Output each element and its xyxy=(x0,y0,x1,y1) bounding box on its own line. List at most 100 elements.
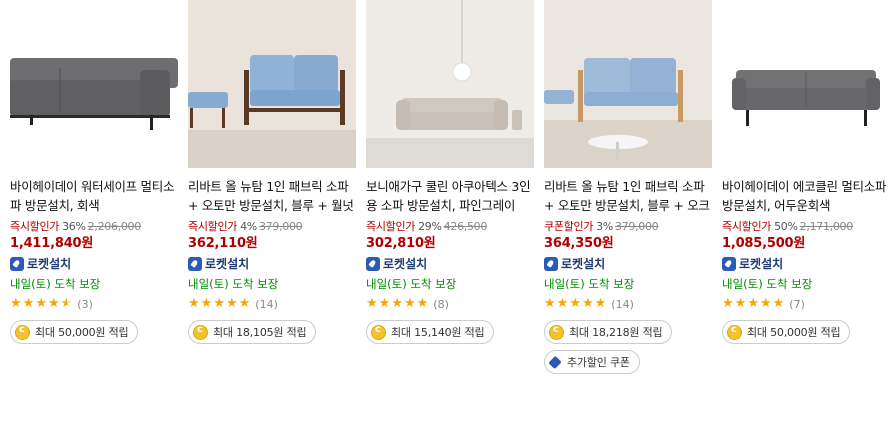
product-image[interactable] xyxy=(188,0,356,168)
product-card[interactable]: 보니애가구 쿨린 아쿠아텍스 3인용 소파 방문설치, 파인그레이 즉시할인가 2… xyxy=(366,0,536,344)
discount-line: 쿠폰할인가 3% 379,000 xyxy=(544,219,714,234)
product-image[interactable] xyxy=(722,0,890,168)
reward-label: 최대 18,218원 적립 xyxy=(569,326,663,339)
review-count: (7) xyxy=(789,297,805,311)
star-icon: ★ xyxy=(35,296,47,311)
coupon-badge[interactable]: 추가할인 쿠폰 xyxy=(544,350,640,374)
star-icon: ★ xyxy=(366,296,378,311)
star-icon: ★ xyxy=(391,296,403,311)
product-card[interactable]: 바이헤이데이 에코클린 멀티소파 방문설치, 어두운회색 즉시할인가 50% 2,1… xyxy=(722,0,892,344)
star-icon: ★ xyxy=(200,296,213,311)
discount-type: 즉시할인가 xyxy=(10,220,60,233)
rating: ★ ★ ★ ★ ★ (14) xyxy=(188,294,358,314)
review-count: (14) xyxy=(255,297,278,311)
star-icon: ★ xyxy=(416,296,429,311)
reward-badge: 최대 15,140원 적립 xyxy=(366,320,495,344)
product-name[interactable]: 리바트 올 뉴탐 1인 패브릭 소파 + 오토만 방문설치, 블루 + 월넛 xyxy=(188,177,358,215)
star-icon: ★ xyxy=(47,296,60,311)
discount-percent: 4% xyxy=(240,220,257,233)
discount-type: 쿠폰할인가 xyxy=(544,220,594,233)
reward-label: 최대 18,105원 적립 xyxy=(213,326,307,339)
review-count: (14) xyxy=(611,297,634,311)
delivery-guarantee: 내일(토) 도착 보장 xyxy=(10,277,101,291)
rocket-label: 로켓설치 xyxy=(383,257,428,271)
rating: ★ ★ ★ ★ ★ (7) xyxy=(722,294,892,314)
star-icon: ★ xyxy=(213,296,225,311)
rocket-icon xyxy=(722,257,736,271)
star-icon: ★ xyxy=(225,296,238,311)
coin-icon xyxy=(727,324,742,340)
star-icon: ★ xyxy=(581,296,594,311)
discount-type: 즉시할인가 xyxy=(366,220,416,233)
star-icon: ★ xyxy=(556,296,569,311)
star-icon: ★ xyxy=(759,296,772,311)
reward-label: 최대 50,000원 적립 xyxy=(747,326,841,339)
star-rating: ★ ★ ★ ★ ★ xyxy=(188,297,250,311)
rocket-label: 로켓설치 xyxy=(739,257,784,271)
star-rating: ★ ★ ★ ★ ★ xyxy=(10,297,72,311)
delivery-guarantee: 내일(토) 도착 보장 xyxy=(544,277,635,291)
discount-line: 즉시할인가 4% 379,000 xyxy=(188,219,358,234)
product-image[interactable] xyxy=(366,0,534,168)
reward-label: 최대 15,140원 적립 xyxy=(391,326,485,339)
star-icon: ★ xyxy=(544,296,556,311)
rocket-icon xyxy=(366,257,380,271)
rocket-badge: 로켓설치 xyxy=(10,254,180,274)
star-icon: ★ xyxy=(22,296,35,311)
rocket-icon xyxy=(188,257,202,271)
product-image[interactable] xyxy=(544,0,712,168)
review-count: (3) xyxy=(77,297,93,311)
coin-icon xyxy=(193,324,208,340)
rocket-badge: 로켓설치 xyxy=(366,254,536,274)
coin-icon xyxy=(371,324,386,340)
star-icon: ★ xyxy=(734,296,747,311)
star-rating: ★ ★ ★ ★ ★ xyxy=(722,297,784,311)
star-icon: ★ xyxy=(747,296,759,311)
product-name[interactable]: 바이헤이데이 워터세이프 멀티소파 방문설치, 회색 xyxy=(10,177,180,215)
half-star-icon: ★ xyxy=(60,296,73,311)
star-icon: ★ xyxy=(594,296,607,311)
discount-percent: 36% xyxy=(62,220,86,233)
rocket-icon xyxy=(544,257,558,271)
rating: ★ ★ ★ ★ ★ (14) xyxy=(544,294,714,314)
coin-icon xyxy=(15,324,30,340)
discount-line: 즉시할인가 36% 2,206,000 xyxy=(10,219,180,234)
reward-badge: 최대 50,000원 적립 xyxy=(722,320,851,344)
discount-percent: 3% xyxy=(596,220,613,233)
star-icon: ★ xyxy=(722,296,734,311)
original-price: 379,000 xyxy=(614,220,659,233)
product-name[interactable]: 리바트 올 뉴탐 1인 패브릭 소파 + 오토만 방문설치, 블루 + 오크 xyxy=(544,177,714,215)
rocket-icon xyxy=(10,257,24,271)
discount-type: 즉시할인가 xyxy=(722,220,772,233)
star-icon: ★ xyxy=(10,296,22,311)
sale-price: 364,350원 xyxy=(544,236,614,251)
rocket-label: 로켓설치 xyxy=(561,257,606,271)
star-icon: ★ xyxy=(238,296,251,311)
product-name[interactable]: 바이헤이데이 에코클린 멀티소파 방문설치, 어두운회색 xyxy=(722,177,892,215)
star-icon: ★ xyxy=(403,296,416,311)
rocket-badge: 로켓설치 xyxy=(722,254,892,274)
sale-price: 362,110원 xyxy=(188,236,258,251)
product-name[interactable]: 보니애가구 쿨린 아쿠아텍스 3인용 소파 방문설치, 파인그레이 xyxy=(366,177,536,215)
sale-price: 1,085,500원 xyxy=(722,236,806,251)
star-icon: ★ xyxy=(569,296,581,311)
review-count: (8) xyxy=(433,297,449,311)
rating: ★ ★ ★ ★ ★ (8) xyxy=(366,294,536,314)
star-icon: ★ xyxy=(378,296,391,311)
product-card[interactable]: 리바트 올 뉴탐 1인 패브릭 소파 + 오토만 방문설치, 블루 + 오크 쿠… xyxy=(544,0,714,374)
rocket-badge: 로켓설치 xyxy=(544,254,714,274)
reward-badge: 최대 50,000원 적립 xyxy=(10,320,139,344)
rocket-badge: 로켓설치 xyxy=(188,254,358,274)
product-card[interactable]: 바이헤이데이 워터세이프 멀티소파 방문설치, 회색 즉시할인가 36% 2,206… xyxy=(10,0,180,344)
star-rating: ★ ★ ★ ★ ★ xyxy=(544,297,606,311)
coupon-tag-icon xyxy=(549,356,562,369)
product-card[interactable]: 리바트 올 뉴탐 1인 패브릭 소파 + 오토만 방문설치, 블루 + 월넛 즉… xyxy=(188,0,358,344)
discount-type: 즉시할인가 xyxy=(188,220,238,233)
coin-icon xyxy=(549,324,564,340)
product-image[interactable] xyxy=(10,0,178,168)
delivery-guarantee: 내일(토) 도착 보장 xyxy=(188,277,279,291)
original-price: 2,171,000 xyxy=(799,220,854,233)
reward-label: 최대 50,000원 적립 xyxy=(35,326,129,339)
rocket-label: 로켓설치 xyxy=(205,257,250,271)
original-price: 426,500 xyxy=(443,220,488,233)
